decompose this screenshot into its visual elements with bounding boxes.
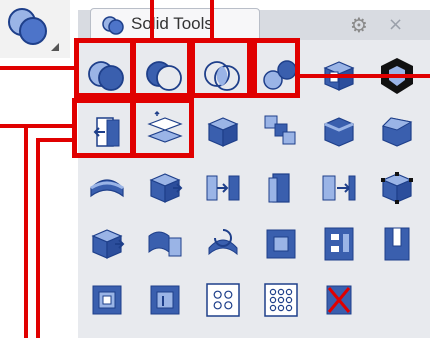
tool-button[interactable] xyxy=(78,272,136,328)
tool-button[interactable] xyxy=(252,104,310,160)
tool-button[interactable] xyxy=(310,216,368,272)
tab-label: Solid Tools xyxy=(131,14,213,33)
panel-titlebar: Solid Tools ⚙ × xyxy=(78,8,430,40)
create-hole-icon xyxy=(266,229,296,259)
tool-button[interactable] xyxy=(194,216,252,272)
tool-button[interactable] xyxy=(310,272,368,328)
rotate-face-icon xyxy=(208,229,238,256)
gear-icon[interactable]: ⚙ xyxy=(350,13,368,37)
annotation-box xyxy=(130,98,194,158)
extrude-subobject-icon xyxy=(91,229,125,259)
tool-button[interactable] xyxy=(368,104,426,160)
annotation-line xyxy=(36,138,40,338)
delete-hole-icon xyxy=(326,285,352,315)
tool-button[interactable] xyxy=(136,272,194,328)
tool-button[interactable] xyxy=(136,160,194,216)
move-face-to-boundary-icon xyxy=(206,175,240,201)
chamfer-edges-icon xyxy=(382,117,413,147)
array-holes-icon xyxy=(324,227,354,261)
select-points-icon xyxy=(381,172,413,204)
tool-button[interactable] xyxy=(368,216,426,272)
tool-button[interactable] xyxy=(78,160,136,216)
close-icon[interactable]: × xyxy=(388,14,403,35)
annotation-line xyxy=(0,124,74,128)
tool-button[interactable] xyxy=(136,216,194,272)
annotation-line xyxy=(150,0,154,42)
tool-button[interactable] xyxy=(78,216,136,272)
move-face-icon xyxy=(149,173,183,203)
annotation-line xyxy=(24,124,28,338)
array-circle-holes-icon xyxy=(206,283,240,317)
annotation-box xyxy=(72,98,136,158)
box-icon xyxy=(207,117,239,147)
annotation-line xyxy=(36,138,74,142)
annotation-box xyxy=(190,38,252,98)
tool-button[interactable] xyxy=(194,160,252,216)
solid-tools-launcher[interactable] xyxy=(0,0,70,58)
array-grid-holes-icon xyxy=(264,283,298,317)
place-hole-icon xyxy=(92,285,122,315)
variable-fillet-icon xyxy=(90,179,124,198)
annotation-box xyxy=(74,38,136,98)
tool-button[interactable] xyxy=(194,104,252,160)
fillet-edges-icon xyxy=(324,117,354,147)
tool-button[interactable] xyxy=(252,160,310,216)
annotation-line xyxy=(0,66,74,70)
tool-button[interactable] xyxy=(194,272,252,328)
merge-faces-icon xyxy=(264,115,296,145)
tool-button[interactable] xyxy=(252,272,310,328)
tab-solid-tools[interactable]: Solid Tools xyxy=(90,8,260,40)
annotation-box xyxy=(130,38,192,98)
pipe-icon xyxy=(148,231,182,257)
annotation-line xyxy=(298,74,430,78)
boolean-union-icon xyxy=(102,16,124,35)
tool-button[interactable] xyxy=(310,160,368,216)
edit-face-icon xyxy=(268,173,290,203)
flyout-indicator-icon xyxy=(51,43,59,51)
tool-button[interactable] xyxy=(368,160,426,216)
boolean-union-icon xyxy=(8,8,47,45)
annotation-line xyxy=(210,0,214,42)
tool-button[interactable] xyxy=(252,216,310,272)
annotation-box xyxy=(252,38,300,98)
move-edge-icon xyxy=(322,175,356,201)
round-hole-icon xyxy=(384,227,410,261)
tool-button[interactable] xyxy=(310,104,368,160)
revolve-hole-icon xyxy=(150,285,180,315)
